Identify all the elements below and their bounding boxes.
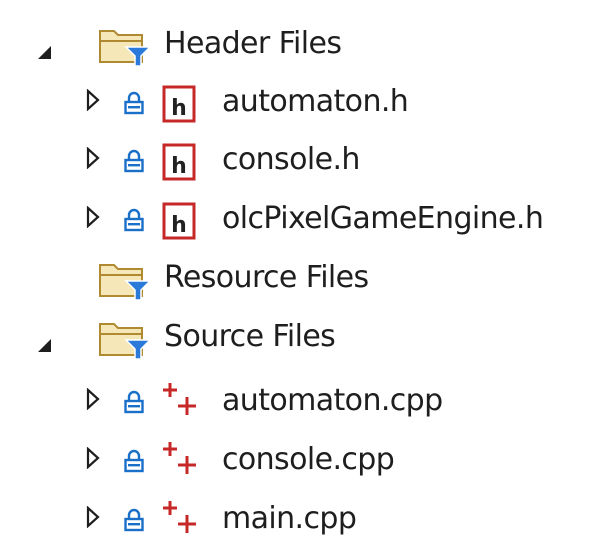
- tree-node-label: automaton.cpp: [222, 383, 443, 418]
- header-file-icon: h: [162, 143, 196, 181]
- header-file-icon: h: [162, 202, 196, 240]
- lock-icon: [124, 91, 144, 115]
- filter-folder-icon: [99, 264, 152, 301]
- lock-icon: [124, 208, 144, 232]
- tree-node-label: automaton.h: [222, 84, 409, 119]
- solution-explorer-tree: Header Files h automaton.h h console.h h…: [0, 0, 601, 559]
- tree-node-label: Resource Files: [164, 260, 369, 295]
- tree-node-label: main.cpp: [222, 501, 357, 536]
- expanded-arrow-icon[interactable]: [38, 339, 52, 353]
- collapsed-arrow-icon[interactable]: [86, 506, 100, 528]
- tree-node-source-files[interactable]: Source Files: [0, 308, 601, 366]
- tree-node-main-cpp[interactable]: main.cpp: [0, 490, 601, 548]
- expanded-arrow-icon[interactable]: [38, 46, 52, 60]
- tree-node-label: Header Files: [164, 26, 342, 61]
- svg-text:h: h: [171, 213, 187, 238]
- tree-node-automaton-cpp[interactable]: automaton.cpp: [0, 372, 601, 430]
- tree-node-header-files[interactable]: Header Files: [0, 15, 601, 73]
- cpp-file-icon: [163, 442, 196, 474]
- tree-node-console-h[interactable]: h console.h: [0, 131, 601, 189]
- lock-icon: [124, 149, 144, 173]
- collapsed-arrow-icon[interactable]: [86, 89, 100, 111]
- cpp-file-icon: [163, 501, 196, 533]
- tree-node-olcpixelgameengine-h[interactable]: h olcPixelGameEngine.h: [0, 190, 601, 248]
- header-file-icon: h: [162, 85, 196, 123]
- tree-node-label: Source Files: [164, 319, 336, 354]
- tree-node-console-cpp[interactable]: console.cpp: [0, 431, 601, 489]
- tree-node-automaton-h[interactable]: h automaton.h: [0, 73, 601, 131]
- tree-node-label: console.cpp: [222, 442, 395, 477]
- collapsed-arrow-icon[interactable]: [86, 206, 100, 228]
- tree-node-label: console.h: [222, 142, 360, 177]
- tree-node-resource-files[interactable]: Resource Files: [0, 249, 601, 307]
- collapsed-arrow-icon[interactable]: [86, 447, 100, 469]
- cpp-file-icon: [163, 383, 196, 415]
- collapsed-arrow-icon[interactable]: [86, 147, 100, 169]
- svg-text:h: h: [171, 96, 187, 121]
- collapsed-arrow-icon[interactable]: [86, 388, 100, 410]
- lock-icon: [124, 508, 144, 532]
- lock-icon: [124, 390, 144, 414]
- filter-folder-icon: [99, 323, 152, 360]
- filter-folder-icon: [99, 30, 152, 67]
- lock-icon: [124, 449, 144, 473]
- tree-node-label: olcPixelGameEngine.h: [222, 201, 544, 236]
- svg-text:h: h: [171, 154, 187, 179]
